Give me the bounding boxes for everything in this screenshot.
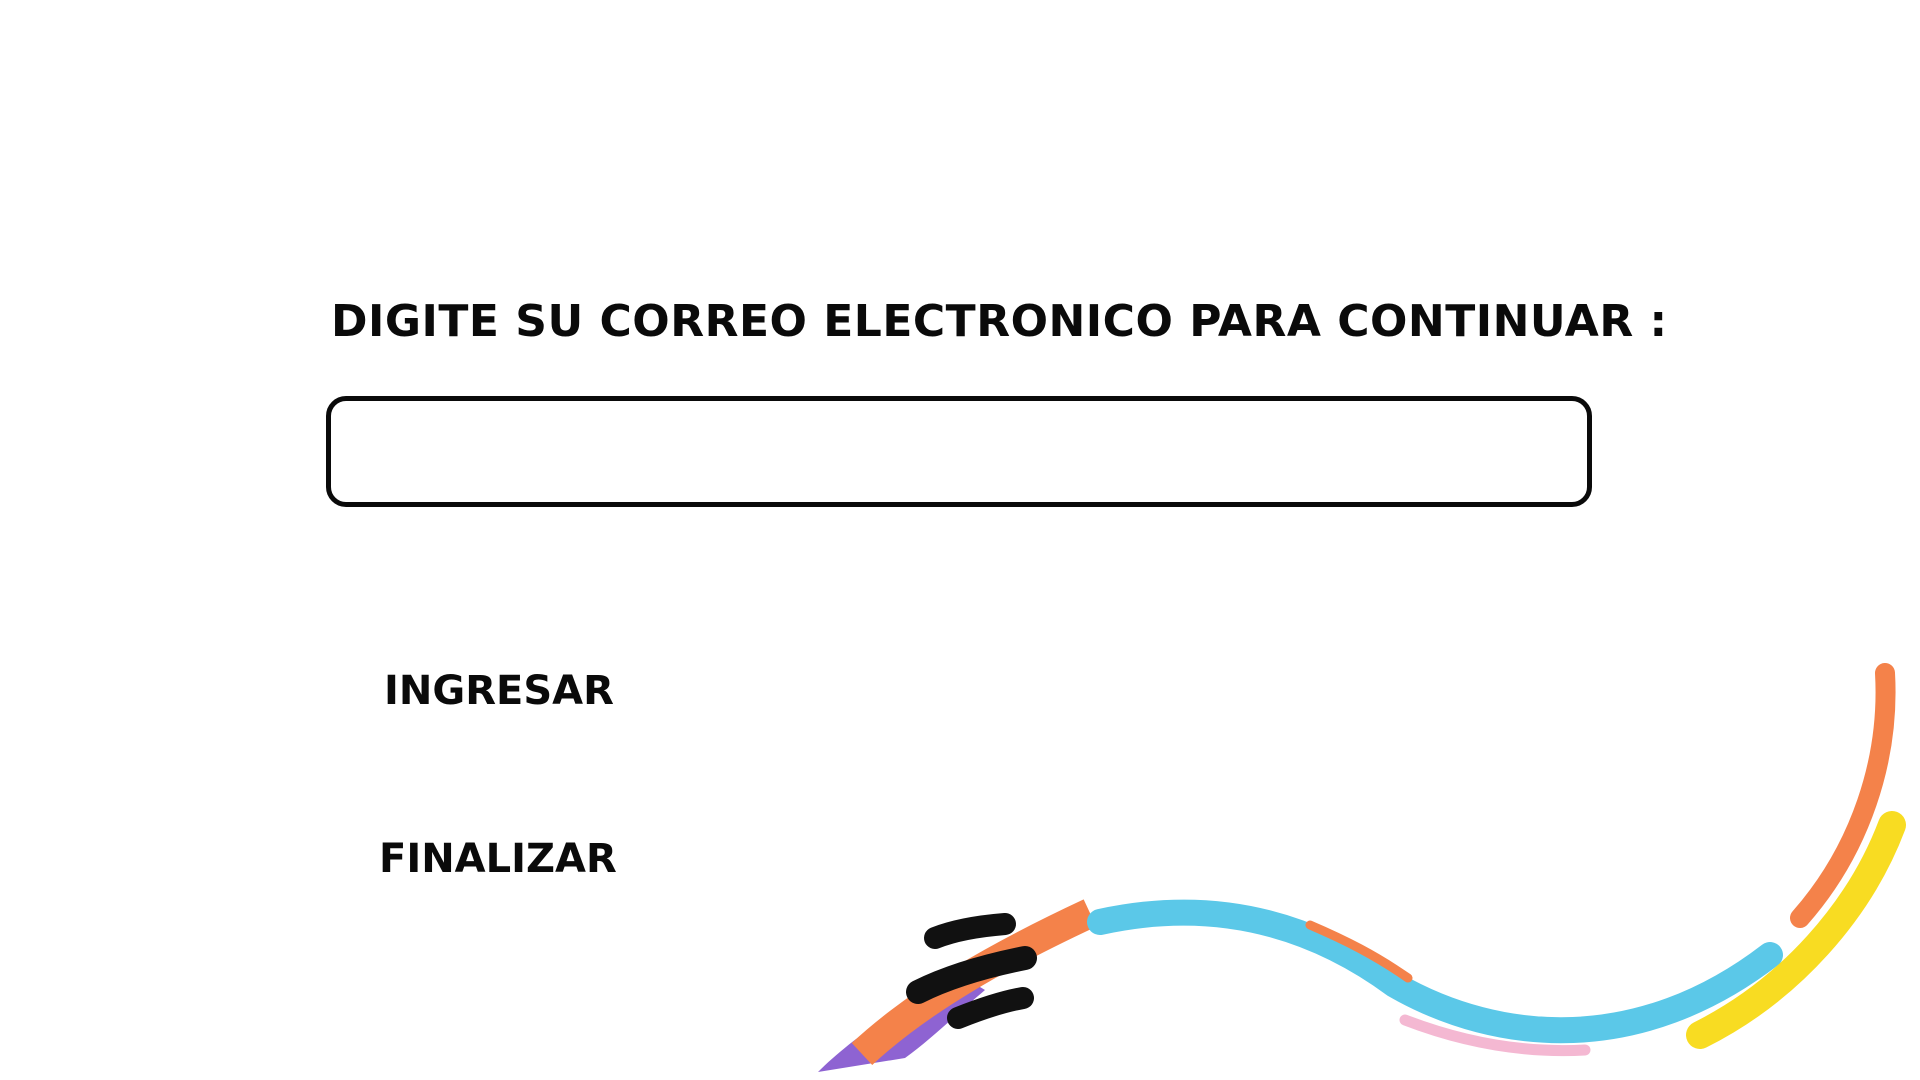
- finalizar-button[interactable]: FINALIZAR: [379, 836, 617, 882]
- blue-wave-stroke: [1087, 899, 1783, 1044]
- ingresar-button[interactable]: INGRESAR: [384, 668, 614, 714]
- orange-brush-stroke: [851, 899, 1097, 1065]
- yellow-arc-stroke: [1686, 811, 1906, 1049]
- page-title: DIGITE SU CORREO ELECTRONICO PARA CONTIN…: [331, 296, 1668, 347]
- email-field[interactable]: [326, 396, 1592, 507]
- orange-accent-stroke: [1305, 920, 1413, 983]
- decorative-swirl-graphic: [818, 663, 1906, 1072]
- black-mark-3: [947, 987, 1034, 1029]
- black-mark-1: [924, 913, 1016, 949]
- black-mark-2: [906, 946, 1037, 1004]
- orange-arc-stroke: [1790, 663, 1896, 928]
- purple-brush-stroke: [818, 975, 985, 1072]
- pink-accent-stroke: [1399, 1014, 1591, 1057]
